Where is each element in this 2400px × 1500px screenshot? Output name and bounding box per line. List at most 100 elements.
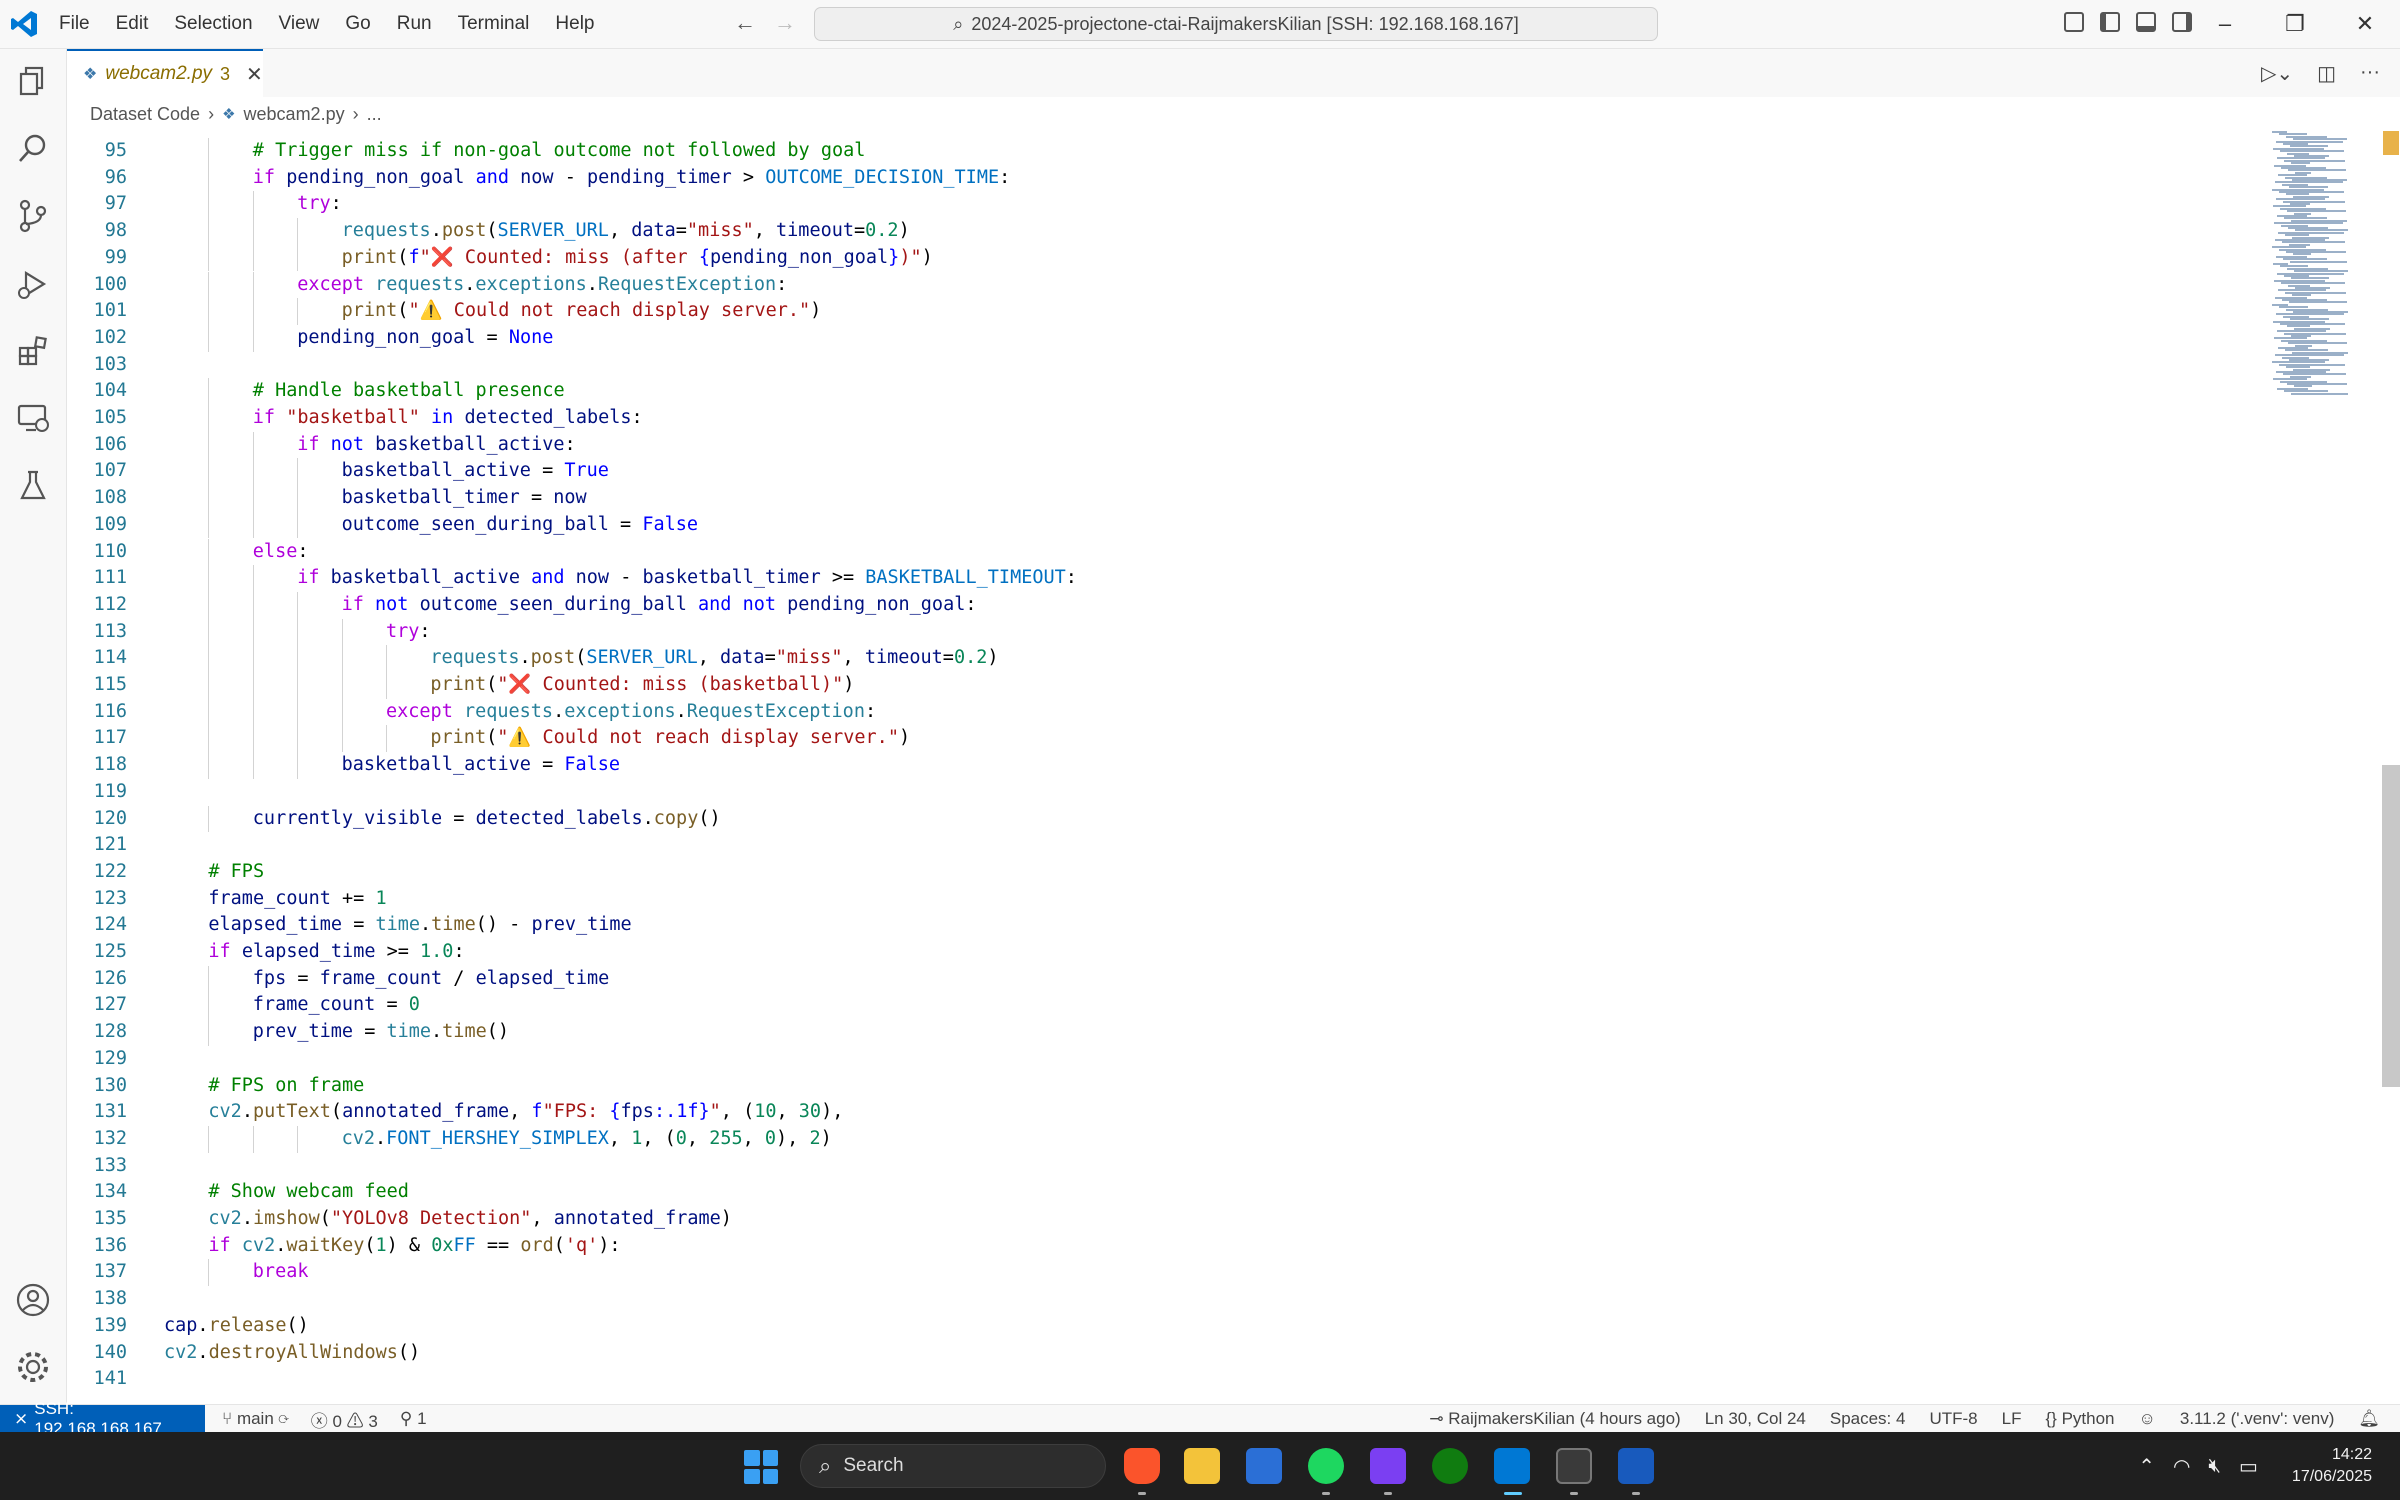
menu-view[interactable]: View — [266, 0, 333, 48]
restore-icon[interactable]: ❐ — [2260, 0, 2330, 48]
copilot-icon[interactable]: ☺ — [2139, 1409, 2156, 1429]
testing-icon[interactable] — [14, 467, 52, 505]
code-line[interactable]: 113 try: — [67, 618, 2267, 646]
accounts-icon[interactable] — [14, 1281, 52, 1319]
toggle-panel-icon[interactable] — [2136, 12, 2156, 32]
back-arrow-icon[interactable]: ← — [734, 10, 756, 36]
code-line[interactable]: 139 cap.release() — [67, 1313, 2267, 1340]
code-line[interactable]: 110 else: — [67, 538, 2267, 566]
code-line[interactable]: 116 except requests.exceptions.RequestExc… — [67, 698, 2267, 726]
menu-selection[interactable]: Selection — [161, 0, 265, 48]
menu-help[interactable]: Help — [542, 0, 607, 48]
code-line[interactable]: 131 cv2.putText(annotated_frame, f"FPS: {… — [67, 1099, 2267, 1126]
code-line[interactable]: 127 frame_count = 0 — [67, 992, 2267, 1020]
code-line[interactable]: 117 print("⚠️ Could not reach display ser… — [67, 725, 2267, 753]
terminal-icon[interactable] — [1556, 1448, 1592, 1484]
command-center[interactable]: ⌕ 2024-2025-projectone-ctai-RaijmakersKi… — [814, 7, 1658, 41]
menu-go[interactable]: Go — [332, 0, 383, 48]
cursor-position[interactable]: Ln 30, Col 24 — [1705, 1409, 1806, 1429]
code-line[interactable]: 106 if not basketball_active: — [67, 431, 2267, 459]
branch-item[interactable]: ⑂ main ⟳ — [222, 1409, 289, 1429]
menu-terminal[interactable]: Terminal — [445, 0, 543, 48]
file-explorer-icon[interactable] — [1184, 1448, 1220, 1484]
breadcrumb-symbols[interactable]: ... — [367, 104, 382, 125]
code-line[interactable]: 118 basketball_active = False — [67, 752, 2267, 779]
code-line[interactable]: 132 cv2.FONT_HERSHEY_SIMPLEX, 1, (0, 255,… — [67, 1125, 2267, 1153]
vscode-logo-icon[interactable] — [8, 8, 40, 40]
code-line[interactable]: 130 # FPS on frame — [67, 1073, 2267, 1100]
code-line[interactable]: 121 — [67, 832, 2267, 859]
settings-gear-icon[interactable] — [14, 1348, 52, 1386]
windows-start-icon[interactable] — [744, 1450, 778, 1484]
microsoft-store-icon[interactable] — [1246, 1448, 1282, 1484]
code-line[interactable]: 134 # Show webcam feed — [67, 1179, 2267, 1206]
code-line[interactable]: 99 print(f"❌ Counted: miss (after {pendin… — [67, 244, 2267, 272]
xbox-icon[interactable] — [1432, 1448, 1468, 1484]
code-line[interactable]: 119 — [67, 779, 2267, 806]
clock[interactable]: 14:22 17/06/2025 — [2292, 1444, 2372, 1488]
code-line[interactable]: 123 frame_count += 1 — [67, 886, 2267, 913]
close-window-icon[interactable]: ✕ — [2330, 0, 2400, 48]
taskbar-search[interactable]: ⌕ Search — [800, 1444, 1106, 1488]
code-line[interactable]: 105 if "basketball" in detected_labels: — [67, 405, 2267, 432]
code-line[interactable]: 125 if elapsed_time >= 1.0: — [67, 939, 2267, 966]
encoding[interactable]: UTF-8 — [1929, 1409, 1977, 1429]
code-line[interactable]: 107 basketball_active = True — [67, 458, 2267, 486]
code-line[interactable]: 122 # FPS — [67, 859, 2267, 886]
minimap[interactable] — [2272, 131, 2382, 401]
vscode-taskbar-icon[interactable] — [1494, 1448, 1530, 1484]
menu-run[interactable]: Run — [384, 0, 445, 48]
toggle-sidebar-icon[interactable] — [2100, 12, 2120, 32]
spotify-icon[interactable] — [1308, 1448, 1344, 1484]
menu-edit[interactable]: Edit — [103, 0, 162, 48]
minimize-icon[interactable]: – — [2190, 0, 2260, 48]
code-line[interactable]: 141 — [67, 1366, 2267, 1393]
chevron-up-icon[interactable]: ⌃ — [2138, 1454, 2155, 1479]
git-blame-item[interactable]: ⊸ RaijmakersKilian (4 hours ago) — [1429, 1409, 1680, 1429]
forward-arrow-icon[interactable]: → — [774, 10, 796, 36]
code-line[interactable]: 114 requests.post(SERVER_URL, data="miss"… — [67, 645, 2267, 672]
run-debug-icon[interactable] — [14, 265, 52, 303]
notifications-bell-icon[interactable]: 🔔︎ — [2358, 1409, 2380, 1429]
battery-icon[interactable]: ▭ — [2239, 1454, 2258, 1479]
code-line[interactable]: 115 print("❌ Counted: miss (basketball)") — [67, 672, 2267, 699]
proton-vpn-icon[interactable] — [1370, 1448, 1406, 1484]
code-line[interactable]: 108 basketball_timer = now — [67, 485, 2267, 512]
code-line[interactable]: 140 cv2.destroyAllWindows() — [67, 1340, 2267, 1367]
code-line[interactable]: 98 requests.post(SERVER_URL, data="miss",… — [67, 218, 2267, 245]
language-mode[interactable]: {} Python — [2045, 1409, 2114, 1429]
remote-indicator[interactable]: ⨯ SSH: 192.168.168.167 — [0, 1399, 205, 1438]
end-of-line[interactable]: LF — [2002, 1409, 2022, 1429]
code-line[interactable]: 100 except requests.exceptions.RequestExc… — [67, 271, 2267, 299]
code-line[interactable]: 128 prev_time = time.time() — [67, 1019, 2267, 1046]
code-line[interactable]: 102 pending_non_goal = None — [67, 324, 2267, 352]
search-icon[interactable] — [14, 130, 52, 168]
code-line[interactable]: 111 if basketball_active and now - basket… — [67, 565, 2267, 592]
code-line[interactable]: 96 if pending_non_goal and now - pending_… — [67, 164, 2267, 192]
run-file-icon[interactable]: ▷⌄ — [2261, 61, 2293, 86]
code-line[interactable]: 104 # Handle basketball presence — [67, 378, 2267, 405]
volume-muted-icon[interactable]: 🔇︎ — [2208, 1455, 2221, 1478]
ports-item[interactable]: ⚲ 1 — [400, 1409, 427, 1429]
code-line[interactable]: 95 # Trigger miss if non-goal outcome not… — [67, 138, 2267, 165]
indentation[interactable]: Spaces: 4 — [1830, 1409, 1906, 1429]
menu-file[interactable]: File — [46, 0, 103, 48]
breadcrumb-folder[interactable]: Dataset Code — [90, 104, 200, 125]
code-line[interactable]: 97 try: — [67, 191, 2267, 219]
code-line[interactable]: 136 if cv2.waitKey(1) & 0xFF == ord('q'): — [67, 1233, 2267, 1260]
code-line[interactable]: 101 print("⚠️ Could not reach display ser… — [67, 298, 2267, 325]
toggle-secondary-sidebar-icon[interactable] — [2172, 12, 2192, 32]
source-control-icon[interactable] — [14, 197, 52, 235]
code-line[interactable]: 120 currently_visible = detected_labels.c… — [67, 805, 2267, 833]
problems-item[interactable]: ⓧ 0 ⚠ 3 — [311, 1407, 378, 1432]
wifi-icon[interactable]: ◠ — [2173, 1454, 2190, 1479]
close-tab-icon[interactable]: ✕ — [246, 62, 263, 87]
code-line[interactable]: 124 elapsed_time = time.time() - prev_tim… — [67, 912, 2267, 939]
code-line[interactable]: 126 fps = frame_count / elapsed_time — [67, 965, 2267, 993]
explorer-icon[interactable] — [14, 62, 52, 100]
code-line[interactable]: 135 cv2.imshow("YOLOv8 Detection", annota… — [67, 1206, 2267, 1233]
code-line[interactable]: 112 if not outcome_seen_during_ball and n… — [67, 591, 2267, 619]
extensions-icon[interactable] — [14, 332, 52, 370]
remote-explorer-icon[interactable] — [14, 399, 52, 437]
python-interpreter[interactable]: 3.11.2 ('.venv': venv) — [2180, 1409, 2335, 1429]
